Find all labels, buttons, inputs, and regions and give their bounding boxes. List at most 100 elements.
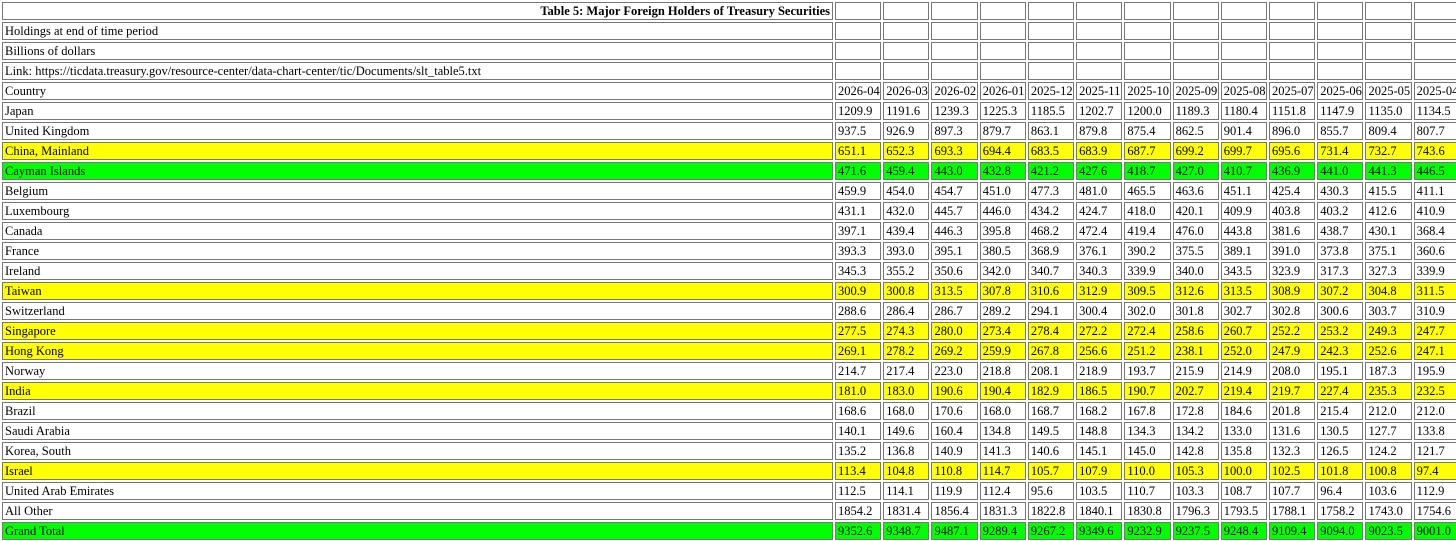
value-cell[interactable]: 441.3 — [1365, 162, 1412, 180]
value-cell[interactable]: 302.8 — [1269, 302, 1316, 320]
empty-cell[interactable] — [1317, 2, 1364, 20]
value-cell[interactable]: 95.6 — [1027, 482, 1075, 500]
value-cell[interactable]: 1754.6 — [1413, 502, 1456, 520]
empty-cell[interactable] — [931, 22, 978, 40]
value-cell[interactable]: 227.4 — [1317, 382, 1364, 400]
value-cell[interactable]: 409.9 — [1220, 202, 1268, 220]
value-cell[interactable]: 418.0 — [1124, 202, 1171, 220]
value-cell[interactable]: 103.3 — [1172, 482, 1219, 500]
value-cell[interactable]: 258.6 — [1172, 322, 1219, 340]
value-cell[interactable]: 340.7 — [1027, 262, 1075, 280]
value-cell[interactable]: 187.3 — [1365, 362, 1412, 380]
value-cell[interactable]: 132.3 — [1269, 442, 1316, 460]
value-cell[interactable]: 272.2 — [1076, 322, 1123, 340]
value-cell[interactable]: 441.0 — [1317, 162, 1364, 180]
empty-cell[interactable] — [883, 42, 930, 60]
value-cell[interactable]: 269.1 — [835, 342, 882, 360]
value-cell[interactable]: 327.3 — [1365, 262, 1412, 280]
country-cell[interactable]: France — [2, 242, 834, 260]
value-cell[interactable]: 201.8 — [1269, 402, 1316, 420]
value-cell[interactable]: 160.4 — [931, 422, 978, 440]
empty-cell[interactable] — [1413, 2, 1456, 20]
value-cell[interactable]: 430.3 — [1317, 182, 1364, 200]
country-cell[interactable]: China, Mainland — [2, 142, 834, 160]
country-cell[interactable]: United Kingdom — [2, 122, 834, 140]
empty-cell[interactable] — [1172, 42, 1219, 60]
value-cell[interactable]: 112.9 — [1413, 482, 1456, 500]
value-cell[interactable]: 104.8 — [883, 462, 930, 480]
empty-cell[interactable] — [1365, 2, 1412, 20]
value-cell[interactable]: 124.2 — [1365, 442, 1412, 460]
value-cell[interactable]: 238.1 — [1172, 342, 1219, 360]
value-cell[interactable]: 311.5 — [1413, 282, 1456, 300]
value-cell[interactable]: 272.4 — [1124, 322, 1171, 340]
value-cell[interactable]: 9248.4 — [1220, 522, 1268, 540]
value-cell[interactable]: 195.9 — [1413, 362, 1456, 380]
value-cell[interactable]: 208.1 — [1027, 362, 1075, 380]
value-cell[interactable]: 140.1 — [835, 422, 882, 440]
value-cell[interactable]: 451.1 — [1220, 182, 1268, 200]
empty-cell[interactable] — [1076, 22, 1123, 40]
empty-cell[interactable] — [1220, 62, 1268, 80]
value-cell[interactable]: 1831.3 — [979, 502, 1026, 520]
value-cell[interactable]: 438.7 — [1317, 222, 1364, 240]
value-cell[interactable]: 312.9 — [1076, 282, 1123, 300]
value-cell[interactable]: 395.8 — [979, 222, 1026, 240]
value-cell[interactable]: 875.4 — [1124, 122, 1171, 140]
empty-cell[interactable] — [1220, 42, 1268, 60]
value-cell[interactable]: 432.8 — [979, 162, 1026, 180]
value-cell[interactable]: 9348.7 — [883, 522, 930, 540]
value-cell[interactable]: 459.9 — [835, 182, 882, 200]
value-cell[interactable]: 313.5 — [931, 282, 978, 300]
empty-cell[interactable] — [1413, 22, 1456, 40]
value-cell[interactable]: 105.7 — [1027, 462, 1075, 480]
country-cell[interactable]: Saudi Arabia — [2, 422, 834, 440]
value-cell[interactable]: 300.8 — [883, 282, 930, 300]
country-cell[interactable]: Ireland — [2, 262, 834, 280]
value-cell[interactable]: 142.8 — [1172, 442, 1219, 460]
value-cell[interactable]: 468.2 — [1027, 222, 1075, 240]
value-cell[interactable]: 208.0 — [1269, 362, 1316, 380]
value-cell[interactable]: 415.5 — [1365, 182, 1412, 200]
value-cell[interactable]: 1831.4 — [883, 502, 930, 520]
value-cell[interactable]: 223.0 — [931, 362, 978, 380]
value-cell[interactable]: 126.5 — [1317, 442, 1364, 460]
value-cell[interactable]: 430.1 — [1365, 222, 1412, 240]
value-cell[interactable]: 743.6 — [1413, 142, 1456, 160]
value-cell[interactable]: 1225.3 — [979, 102, 1026, 120]
value-cell[interactable]: 168.7 — [1027, 402, 1075, 420]
empty-cell[interactable] — [835, 62, 882, 80]
value-cell[interactable]: 1758.2 — [1317, 502, 1364, 520]
empty-cell[interactable] — [1269, 62, 1316, 80]
empty-cell[interactable] — [931, 62, 978, 80]
empty-cell[interactable] — [979, 62, 1026, 80]
empty-cell[interactable] — [1317, 42, 1364, 60]
value-cell[interactable]: 100.8 — [1365, 462, 1412, 480]
value-cell[interactable]: 307.2 — [1317, 282, 1364, 300]
value-cell[interactable]: 286.4 — [883, 302, 930, 320]
value-cell[interactable]: 419.4 — [1124, 222, 1171, 240]
value-cell[interactable]: 368.4 — [1413, 222, 1456, 240]
value-cell[interactable]: 247.7 — [1413, 322, 1456, 340]
country-cell[interactable]: India — [2, 382, 834, 400]
meta-link[interactable]: Link: https://ticdata.treasury.gov/resou… — [2, 62, 834, 80]
value-cell[interactable]: 168.6 — [835, 402, 882, 420]
value-cell[interactable]: 395.1 — [931, 242, 978, 260]
value-cell[interactable]: 114.1 — [883, 482, 930, 500]
value-cell[interactable]: 215.9 — [1172, 362, 1219, 380]
value-cell[interactable]: 1135.0 — [1365, 102, 1412, 120]
value-cell[interactable]: 1191.6 — [883, 102, 930, 120]
value-cell[interactable]: 350.6 — [931, 262, 978, 280]
value-cell[interactable]: 420.1 — [1172, 202, 1219, 220]
value-cell[interactable]: 102.5 — [1269, 462, 1316, 480]
value-cell[interactable]: 235.3 — [1365, 382, 1412, 400]
value-cell[interactable]: 375.1 — [1365, 242, 1412, 260]
value-cell[interactable]: 732.7 — [1365, 142, 1412, 160]
value-cell[interactable]: 393.3 — [835, 242, 882, 260]
value-cell[interactable]: 181.0 — [835, 382, 882, 400]
value-cell[interactable]: 652.3 — [883, 142, 930, 160]
value-cell[interactable]: 1743.0 — [1365, 502, 1412, 520]
value-cell[interactable]: 190.4 — [979, 382, 1026, 400]
value-cell[interactable]: 432.0 — [883, 202, 930, 220]
value-cell[interactable]: 1239.3 — [931, 102, 978, 120]
